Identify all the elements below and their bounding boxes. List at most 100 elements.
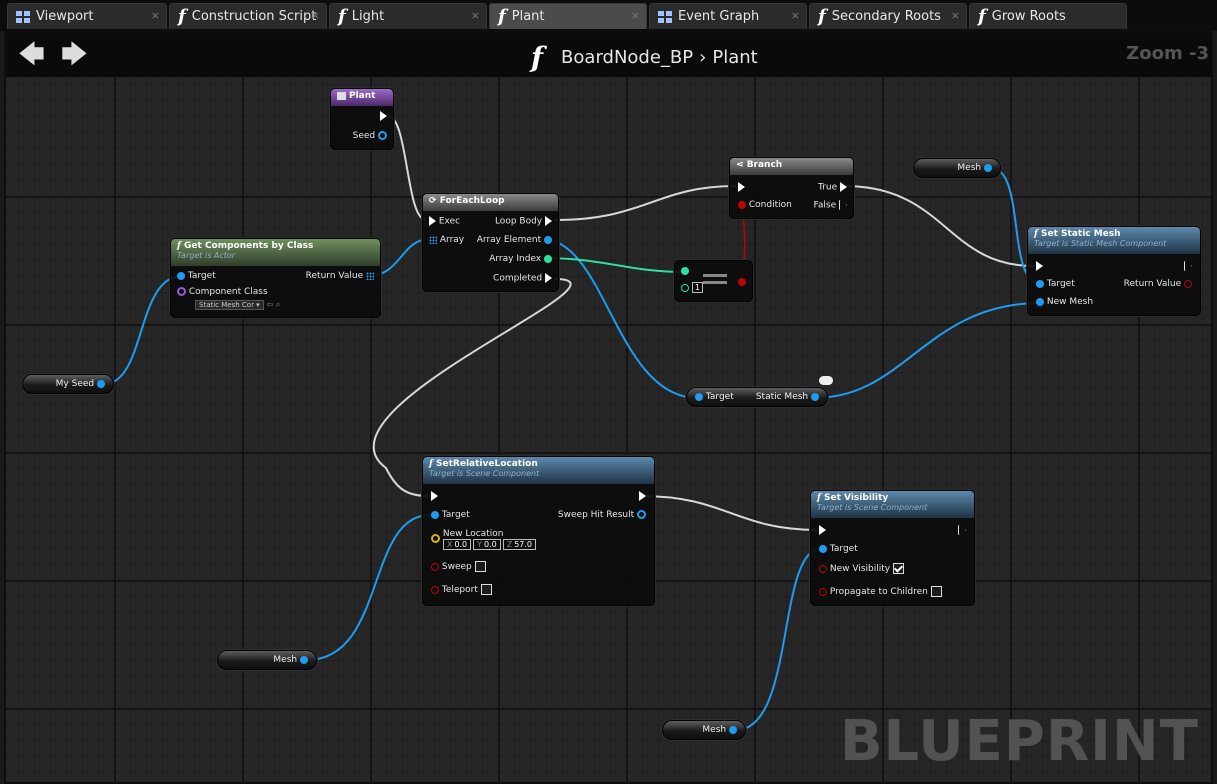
blueprint-graph-canvas[interactable]: BLUEPRINT Plant Seed f Get Components by…	[6, 78, 1211, 782]
exec-in-pin[interactable]	[819, 525, 826, 536]
pin-label: Teleport	[441, 585, 478, 595]
new-mesh-pin[interactable]	[1036, 297, 1044, 306]
array-pin-icon[interactable]	[366, 271, 374, 280]
b-value-field[interactable]: 1	[691, 282, 703, 293]
tab-plant[interactable]: f Plant ×	[489, 3, 647, 29]
variable-label: Mesh	[702, 725, 727, 735]
exec-out-pin[interactable]	[639, 491, 646, 502]
teleport-pin[interactable]	[431, 585, 439, 594]
propagate-checkbox[interactable]	[930, 586, 942, 597]
exec-out-pin[interactable]	[1184, 261, 1192, 272]
result-pin[interactable]	[738, 277, 746, 287]
exec-in-pin[interactable]	[1036, 261, 1043, 272]
tab-construction-script[interactable]: f Construction Script ×	[169, 3, 327, 29]
exec-in-pin[interactable]	[738, 182, 745, 193]
b-pin-row: 1	[681, 282, 705, 293]
location-z-field[interactable]: Z 57.0	[502, 539, 537, 550]
function-icon: f	[429, 459, 433, 469]
mesh-variable-top[interactable]: Mesh	[913, 158, 1001, 178]
function-icon: f	[1034, 229, 1038, 239]
for-each-loop-node[interactable]: ⟳ ForEachLoop Exec Loop Body Array Array…	[422, 193, 559, 292]
variable-label: Mesh	[273, 655, 298, 665]
class-dropdown[interactable]: Static Mesh Cor ▾	[195, 300, 264, 310]
node-title: ForEachLoop	[439, 196, 505, 206]
exec-out-pin[interactable]	[958, 525, 966, 536]
forward-arrow-icon[interactable]: 🡆	[61, 42, 88, 68]
new-visibility-pin[interactable]	[819, 564, 827, 573]
new-visibility-checkbox[interactable]	[892, 563, 904, 574]
browse-icon[interactable]: ⇦ ⌕	[267, 300, 281, 309]
return-value-pin[interactable]	[1184, 279, 1192, 288]
new-location-row: New Location X 0.0 Y 0.0 Z 57.0	[431, 529, 538, 550]
tab-event-graph[interactable]: Event Graph ×	[649, 3, 807, 29]
location-x-field[interactable]: X 0.0	[442, 539, 472, 550]
close-icon[interactable]: ×	[151, 9, 160, 22]
sweep-checkbox[interactable]	[474, 561, 486, 572]
breadcrumb-function[interactable]: Plant	[712, 47, 757, 68]
target-pin[interactable]	[177, 271, 185, 280]
close-icon[interactable]: ×	[791, 9, 800, 22]
equal-compare-node[interactable]: 1	[674, 260, 753, 302]
breadcrumb-blueprint[interactable]: BoardNode_BP	[561, 47, 693, 68]
new-location-pin[interactable]	[431, 534, 440, 543]
set-relative-location-node[interactable]: f SetRelativeLocation Target is Scene Co…	[422, 456, 655, 606]
b-pin[interactable]	[681, 283, 689, 292]
exec-wire	[843, 185, 1035, 267]
static-mesh-pin[interactable]	[811, 392, 819, 401]
target-pin[interactable]	[431, 510, 439, 519]
component-class-dropdown[interactable]: Static Mesh Cor ▾ ⇦ ⌕	[195, 300, 280, 310]
false-pin[interactable]	[839, 200, 847, 210]
get-components-by-class-node[interactable]: f Get Components by Class Target is Acto…	[170, 238, 381, 318]
z-axis-label: Z	[506, 540, 513, 549]
close-icon[interactable]: ×	[631, 9, 640, 22]
target-pin[interactable]	[819, 544, 827, 553]
propagate-pin[interactable]	[819, 587, 827, 596]
teleport-checkbox[interactable]	[480, 584, 492, 595]
location-y-field[interactable]: Y 0.0	[473, 539, 501, 550]
mesh-variable-bottom[interactable]: Mesh	[662, 720, 746, 740]
my-seed-pin[interactable]	[97, 380, 105, 388]
pin-label: Seed	[352, 131, 376, 141]
array-index-pin[interactable]	[544, 254, 552, 263]
close-icon[interactable]: ×	[471, 9, 480, 22]
tab-grow-roots[interactable]: f Grow Roots	[969, 3, 1127, 29]
mesh-pin[interactable]	[729, 726, 737, 734]
seed-pin[interactable]	[378, 131, 387, 140]
tab-label: Plant	[511, 9, 545, 24]
close-icon[interactable]: ×	[951, 9, 960, 22]
mesh-pin[interactable]	[984, 164, 992, 172]
close-icon[interactable]: ×	[311, 9, 320, 22]
tab-light[interactable]: f Light ×	[329, 3, 487, 29]
branch-node[interactable]: ⋖ Branch True Condition False	[729, 157, 854, 219]
function-icon: f	[177, 241, 181, 251]
loop-body-pin[interactable]	[545, 216, 552, 226]
node-header: ⟳ ForEachLoop	[423, 194, 558, 211]
sweep-hit-result-pin[interactable]	[637, 510, 646, 519]
set-visibility-node[interactable]: f Set Visibility Target is Scene Compone…	[810, 490, 975, 606]
true-pin[interactable]	[840, 182, 847, 192]
exec-wire	[554, 185, 737, 221]
array-element-pin[interactable]	[544, 235, 552, 244]
set-static-mesh-node[interactable]: f Set Static Mesh Target is Static Mesh …	[1027, 226, 1201, 316]
mesh-pin[interactable]	[300, 656, 308, 664]
condition-pin[interactable]	[738, 200, 746, 209]
exec-in-pin[interactable]	[431, 491, 438, 502]
exec-in-pin[interactable]	[429, 216, 436, 226]
back-arrow-icon[interactable]: 🡄	[18, 42, 45, 68]
viewport-icon	[16, 10, 30, 23]
tab-secondary-roots[interactable]: f Secondary Roots ×	[809, 3, 967, 29]
my-seed-variable[interactable]: My Seed	[22, 374, 114, 394]
plant-entry-node[interactable]: Plant Seed	[330, 88, 394, 150]
array-pin-icon[interactable]	[429, 235, 437, 244]
sweep-pin[interactable]	[431, 562, 439, 571]
target-pin[interactable]	[695, 392, 703, 401]
get-static-mesh-node[interactable]: Target Static Mesh	[686, 376, 833, 407]
exec-out-pin[interactable]	[380, 111, 387, 122]
variable-label: Mesh	[957, 163, 982, 173]
a-pin[interactable]	[681, 266, 689, 276]
target-pin[interactable]	[1036, 279, 1044, 288]
class-pin[interactable]	[177, 287, 186, 296]
mesh-variable-left[interactable]: Mesh	[217, 650, 317, 670]
tab-viewport[interactable]: Viewport ×	[7, 3, 167, 29]
completed-pin[interactable]	[545, 273, 552, 283]
